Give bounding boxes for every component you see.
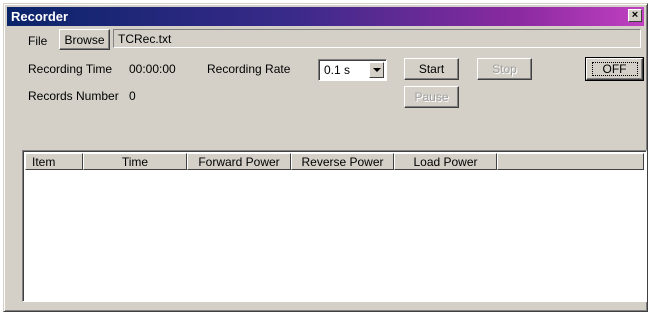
- window-title: Recorder: [11, 9, 69, 24]
- column-header-filler: [497, 153, 644, 170]
- recording-time-label: Recording Time: [28, 62, 113, 76]
- pause-button-label: Pause: [414, 90, 449, 104]
- start-button-label: Start: [418, 62, 445, 76]
- column-header-time[interactable]: Time: [83, 153, 187, 170]
- records-number-label: Records Number: [28, 89, 119, 103]
- chevron-down-icon[interactable]: [369, 62, 384, 78]
- browse-button[interactable]: Browse: [59, 29, 110, 50]
- column-header-reverse-power[interactable]: Reverse Power: [291, 153, 394, 170]
- column-header-load-power[interactable]: Load Power: [394, 153, 497, 170]
- recording-rate-select[interactable]: 0.1 s: [318, 59, 387, 81]
- browse-button-label: Browse: [64, 32, 105, 47]
- off-button-label: OFF: [591, 62, 638, 76]
- table-header: Item Time Forward Power Reverse Power Lo…: [25, 153, 644, 170]
- recorder-window: Recorder × File Browse TCRec.txt Recordi…: [3, 3, 648, 312]
- recording-time-value: 00:00:00: [129, 62, 176, 76]
- column-header-forward-power[interactable]: Forward Power: [187, 153, 291, 170]
- filename-field: TCRec.txt: [113, 29, 641, 48]
- recording-rate-label: Recording Rate: [207, 62, 291, 76]
- pause-button[interactable]: Pause: [404, 86, 459, 108]
- off-button[interactable]: OFF: [585, 57, 644, 81]
- records-number-value: 0: [129, 89, 136, 103]
- column-header-item[interactable]: Item: [25, 153, 83, 170]
- start-button[interactable]: Start: [404, 58, 459, 80]
- file-label: File: [28, 34, 48, 48]
- filename-value: TCRec.txt: [118, 31, 172, 46]
- recording-rate-value: 0.1 s: [324, 63, 351, 77]
- title-bar[interactable]: Recorder ×: [7, 7, 644, 26]
- records-table[interactable]: Item Time Forward Power Reverse Power Lo…: [22, 150, 647, 302]
- close-icon: ×: [631, 9, 639, 21]
- stop-button-label: Stop: [492, 62, 517, 76]
- stop-button[interactable]: Stop: [477, 58, 532, 80]
- close-button[interactable]: ×: [628, 9, 642, 22]
